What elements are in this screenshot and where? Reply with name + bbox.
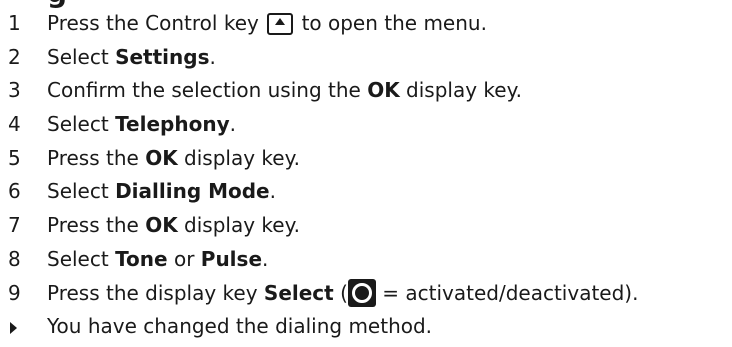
step-number: 4 <box>8 112 21 137</box>
step-number: 5 <box>8 145 21 170</box>
step-text: Select <box>47 179 116 204</box>
step-text: Select <box>47 246 116 271</box>
step-text: . <box>229 112 236 137</box>
step-text: Press the display key <box>47 280 264 305</box>
option-tone: Tone <box>115 246 168 271</box>
step-text: Press the Control key <box>47 11 259 35</box>
step-9: 9 Press the display key Select ( = activ… <box>0 277 732 311</box>
step-3: 3 Confirm the selection using the OK dis… <box>0 74 732 108</box>
menu-item-settings: Settings <box>115 44 210 69</box>
step-text: Press the <box>47 145 146 170</box>
instruction-steps: 1 Press the Control key to open the menu… <box>0 7 732 344</box>
step-text: display key. <box>177 213 300 238</box>
step-8: 8 Select Tone or Pulse. <box>0 243 732 277</box>
step-number: 3 <box>8 78 21 103</box>
menu-item-dialling-mode: Dialling Mode <box>115 179 270 204</box>
ok-key-label: OK <box>145 213 178 238</box>
step-text: Confirm the selection using the <box>47 78 368 103</box>
step-text: . <box>262 246 269 271</box>
step-text: Select <box>47 112 116 137</box>
step-text: to open the menu. <box>301 11 487 35</box>
menu-item-telephony: Telephony <box>115 112 230 137</box>
step-text: display key. <box>177 145 300 170</box>
step-text: = activated/deactivated). <box>375 280 639 305</box>
step-text: Press the <box>47 213 146 238</box>
step-text: ( <box>333 280 348 305</box>
step-number: 8 <box>8 246 21 271</box>
step-4: 4 Select Telephony. <box>0 108 732 142</box>
step-number: 7 <box>8 213 21 238</box>
ok-key-label: OK <box>367 78 400 103</box>
select-key-label: Select <box>263 280 334 305</box>
step-number: 1 <box>8 11 21 35</box>
step-6: 6 Select Dialling Mode. <box>0 175 732 209</box>
step-7: 7 Press the OK display key. <box>0 209 732 243</box>
step-text: or <box>167 246 201 271</box>
result-line: You have changed the dialing method. <box>0 310 732 344</box>
result-arrow-icon <box>10 322 17 335</box>
option-pulse: Pulse <box>200 246 263 271</box>
step-text: . <box>209 44 216 69</box>
step-5: 5 Press the OK display key. <box>0 142 732 176</box>
control-key-icon <box>267 13 294 35</box>
ok-key-label: OK <box>145 145 178 170</box>
step-text: Select <box>47 44 116 69</box>
step-number: 9 <box>8 280 21 305</box>
step-number: 2 <box>8 44 21 69</box>
result-text: You have changed the dialing method. <box>47 314 433 339</box>
step-1: 1 Press the Control key to open the menu… <box>0 7 732 41</box>
step-number: 6 <box>8 179 21 204</box>
step-2: 2 Select Settings. <box>0 41 732 75</box>
step-text: display key. <box>399 78 522 103</box>
radio-button-icon <box>347 278 376 307</box>
step-text: . <box>269 179 276 204</box>
